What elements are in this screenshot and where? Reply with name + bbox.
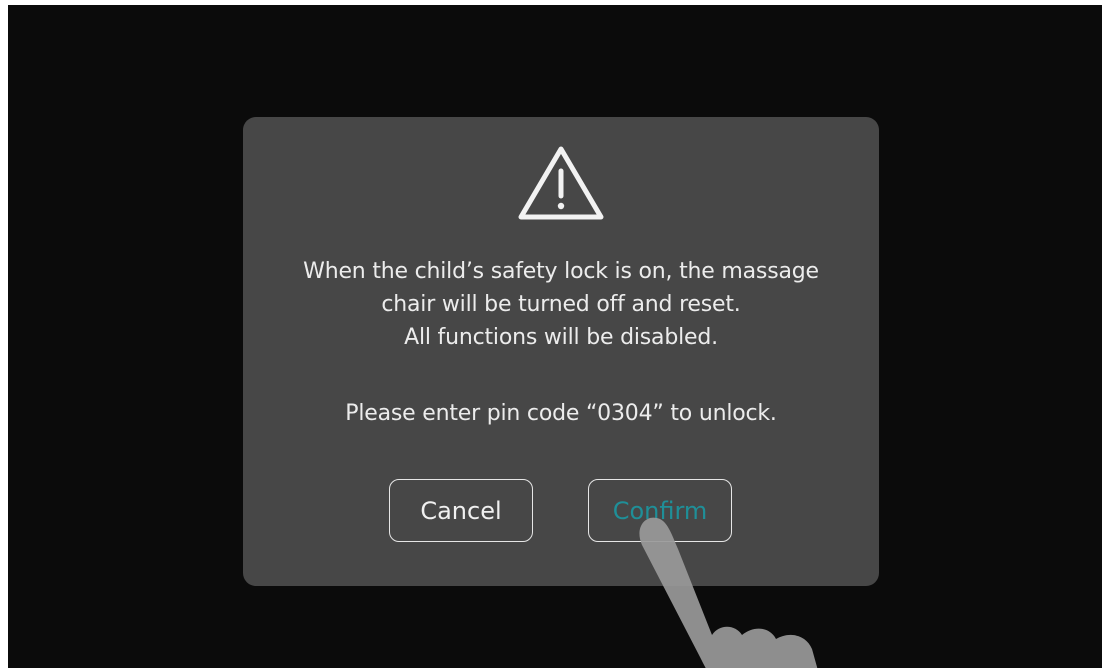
dialog-message: When the child’s safety lock is on, the … bbox=[243, 255, 879, 354]
device-screen: When the child’s safety lock is on, the … bbox=[8, 5, 1102, 668]
confirm-button[interactable]: Confirm bbox=[588, 479, 732, 542]
safety-lock-dialog: When the child’s safety lock is on, the … bbox=[243, 117, 879, 586]
message-line: When the child’s safety lock is on, the … bbox=[303, 259, 819, 284]
cancel-button[interactable]: Cancel bbox=[389, 479, 533, 542]
warning-triangle-icon bbox=[515, 141, 607, 225]
message-line: All functions will be disabled. bbox=[404, 325, 718, 350]
message-line: chair will be turned off and reset. bbox=[381, 292, 741, 317]
pin-instruction: Please enter pin code “0304” to unlock. bbox=[345, 401, 777, 426]
